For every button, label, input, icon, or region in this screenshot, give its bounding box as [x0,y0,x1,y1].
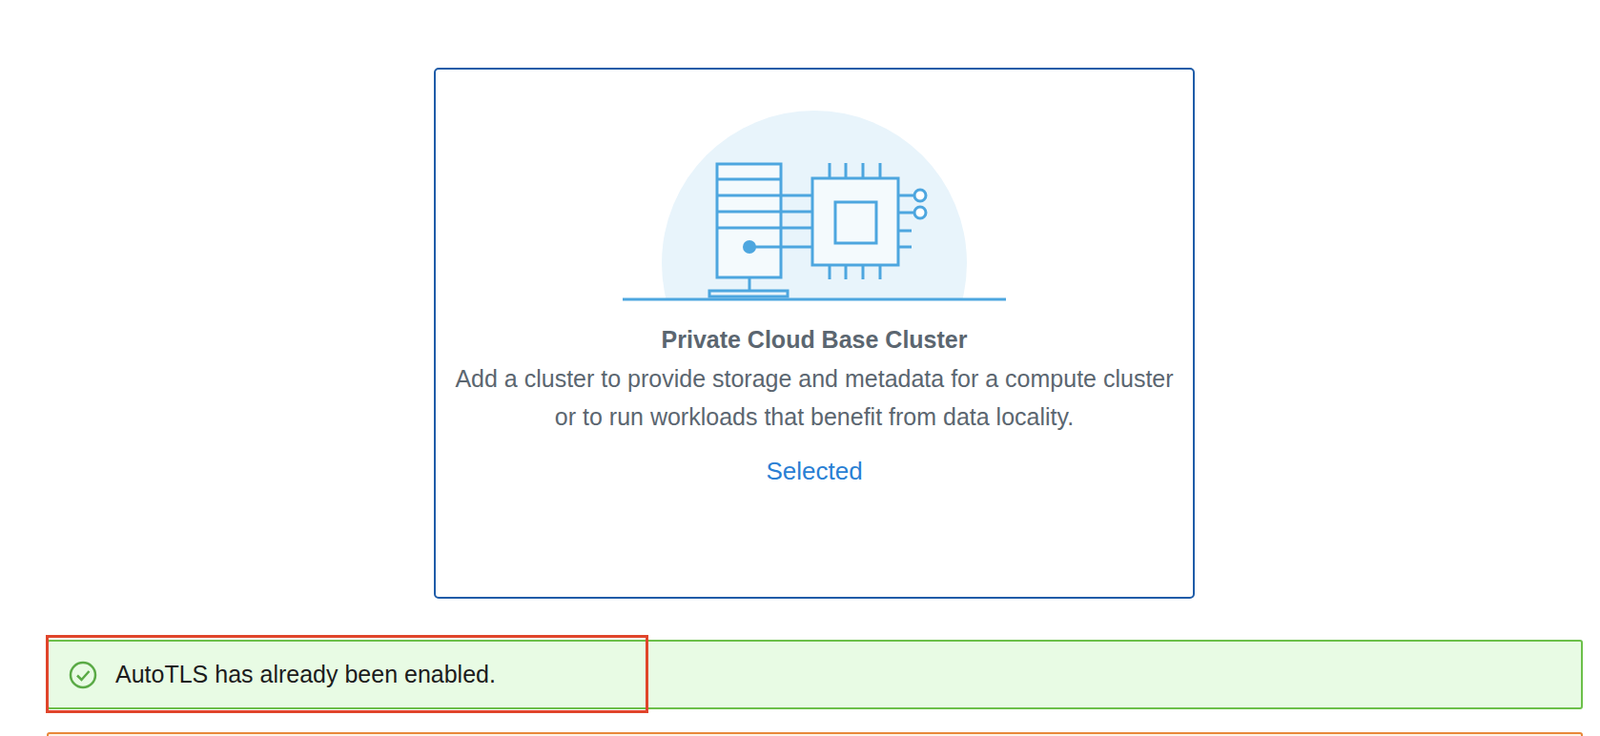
card-title: Private Cloud Base Cluster [661,324,968,355]
warning-banner [46,732,1583,736]
status-banner: AutoTLS has already been enabled. [46,639,1583,710]
check-circle-icon [67,659,99,691]
cluster-card[interactable]: Private Cloud Base Cluster Add a cluster … [433,67,1195,599]
select-link[interactable]: Selected [765,454,862,488]
server-chip-icon [622,110,1006,302]
highlight-outline [45,635,649,714]
card-row: Private Cloud Base Cluster Add a cluster … [0,67,1600,599]
card-description: Add a cluster to provide storage and met… [435,359,1193,436]
page: Private Cloud Base Cluster Add a cluster … [0,0,1600,736]
banner-text: AutoTLS has already been enabled. [115,660,496,689]
